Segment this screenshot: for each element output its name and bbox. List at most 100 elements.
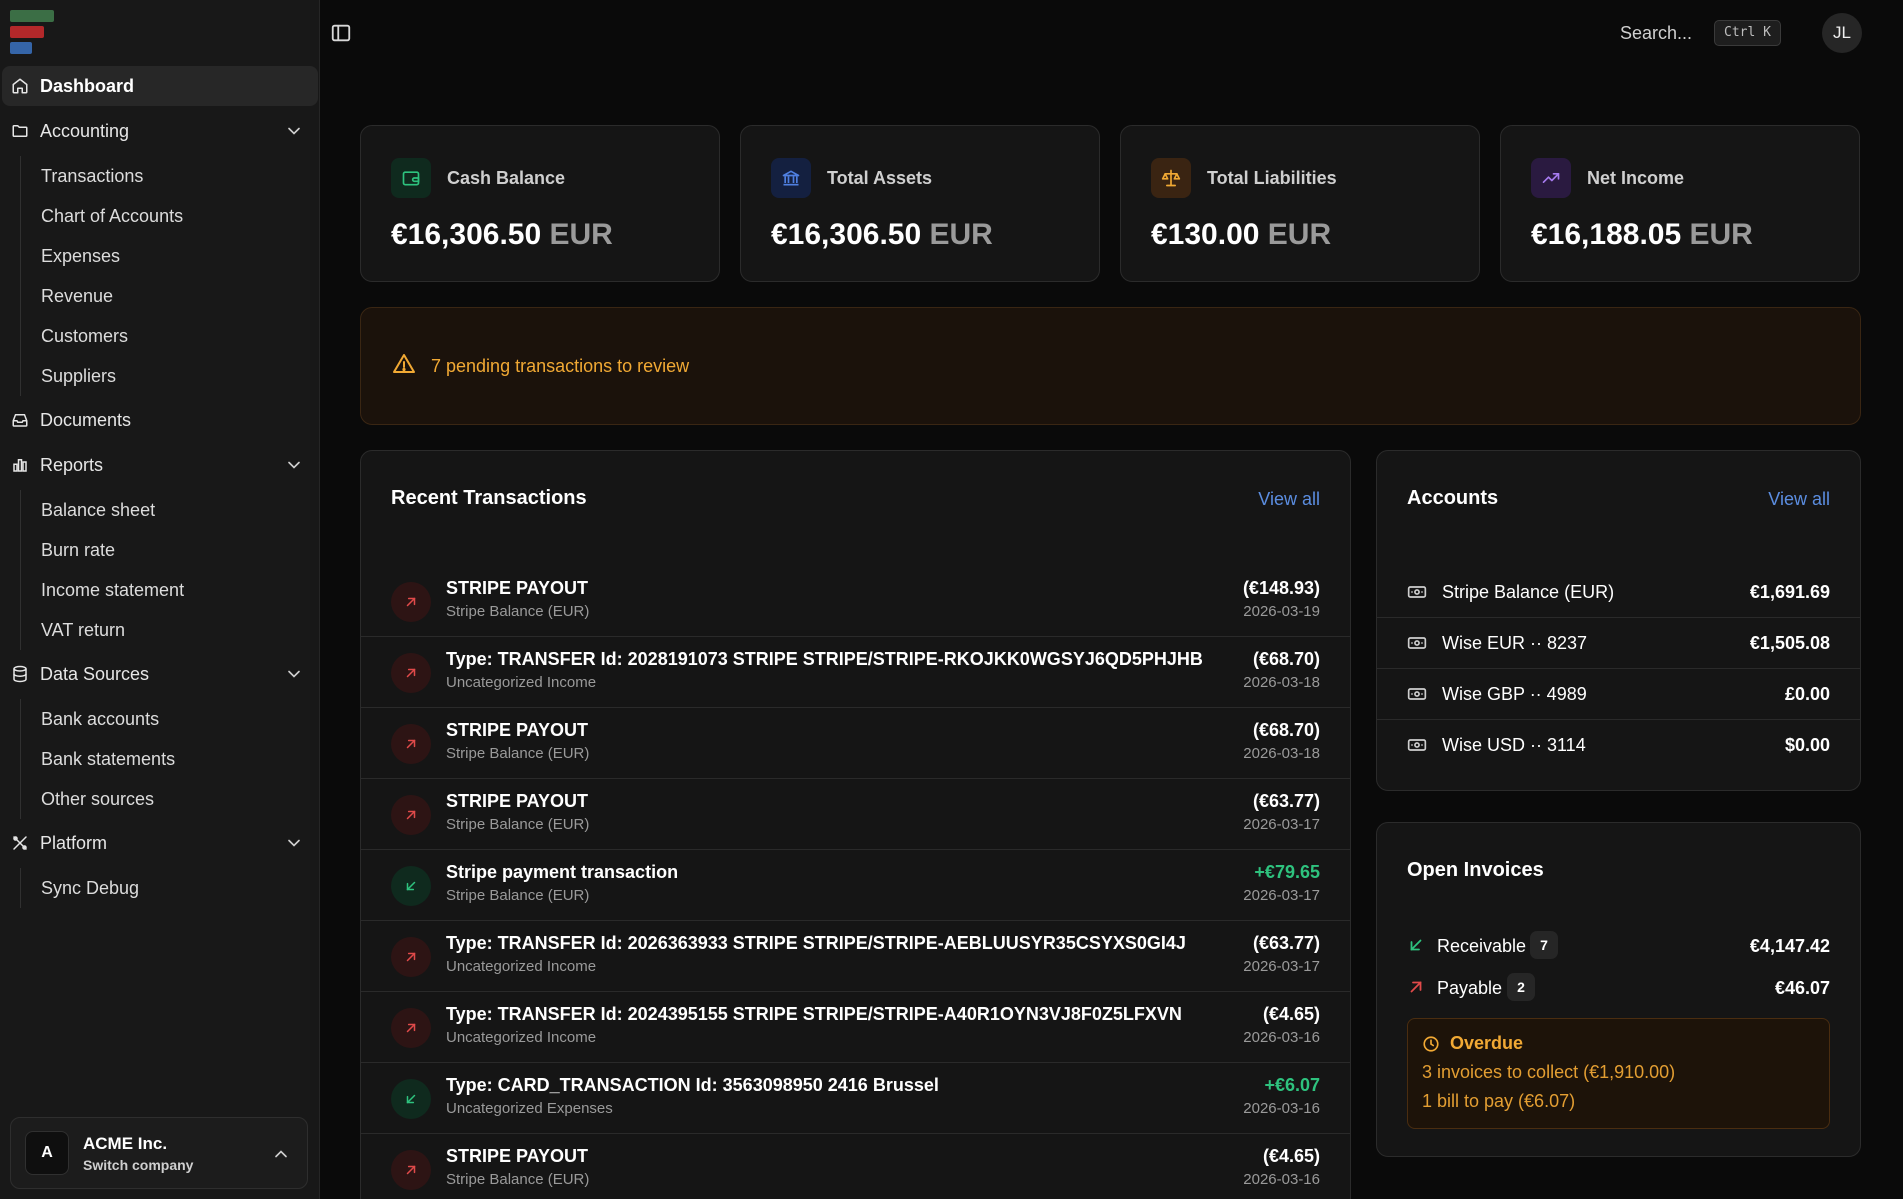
company-switcher[interactable]: A ACME Inc. Switch company xyxy=(10,1117,308,1189)
sidebar-item-bank-statements[interactable]: Bank statements xyxy=(41,739,320,779)
company-name: ACME Inc. xyxy=(83,1133,168,1153)
clock-icon xyxy=(1422,1035,1440,1053)
payable-label: Payable xyxy=(1437,978,1503,998)
transaction-amount: +€79.65 xyxy=(1254,862,1320,882)
view-all-transactions-link[interactable]: View all xyxy=(1258,489,1320,510)
inbox-icon xyxy=(10,410,30,430)
panel-title: Open Invoices xyxy=(1407,859,1544,881)
transaction-row[interactable]: Type: TRANSFER Id: 2026363933 STRIPE STR… xyxy=(361,921,1350,992)
transaction-amount: +€6.07 xyxy=(1264,1075,1320,1095)
sidebar-toggle-icon[interactable] xyxy=(330,22,352,44)
sidebar-item-chart-of-accounts[interactable]: Chart of Accounts xyxy=(41,196,320,236)
transaction-date: 2026-03-16 xyxy=(1243,1100,1320,1117)
transaction-date: 2026-03-16 xyxy=(1243,1171,1320,1188)
sidebar-item-other-sources[interactable]: Other sources xyxy=(41,779,320,819)
transaction-amount: (€4.65) xyxy=(1262,1004,1320,1024)
warning-icon xyxy=(391,352,417,381)
overdue-box: Overdue 3 invoices to collect (€1,910.00… xyxy=(1407,1018,1830,1129)
banknote-icon xyxy=(1407,684,1427,704)
wallet-icon xyxy=(391,158,431,198)
payable-row[interactable]: Payable 2 €46.07 xyxy=(1407,972,1830,1004)
transaction-amount: (€148.93) xyxy=(1242,578,1320,598)
alert-text: 7 pending transactions to review xyxy=(431,355,690,376)
transaction-account: Stripe Balance (EUR) xyxy=(446,745,590,762)
sidebar-item-suppliers[interactable]: Suppliers xyxy=(41,356,320,396)
arrow-up-right-icon xyxy=(391,653,431,693)
account-row[interactable]: Wise GBP ·· 4989 £0.00 xyxy=(1377,669,1860,720)
sidebar-item-expenses[interactable]: Expenses xyxy=(41,236,320,276)
sidebar-item-customers[interactable]: Customers xyxy=(41,316,320,356)
receivable-count-badge: 7 xyxy=(1530,931,1558,959)
stat-value: €16,306.50 EUR xyxy=(771,218,993,251)
transaction-title: Type: CARD_TRANSACTION Id: 3563098950 24… xyxy=(446,1075,939,1095)
sidebar-item-bank-accounts[interactable]: Bank accounts xyxy=(41,699,320,739)
arrow-down-left-icon xyxy=(391,866,431,906)
sidebar-item-label: Accounting xyxy=(40,120,130,141)
stat-value: €16,306.50 EUR xyxy=(391,218,613,251)
search-button[interactable]: Search... xyxy=(1620,23,1692,44)
chevron-down-icon[interactable] xyxy=(284,664,304,684)
sidebar-item-data-sources[interactable]: Data Sources xyxy=(2,654,318,694)
chevron-down-icon[interactable] xyxy=(284,121,304,141)
overdue-collect-link[interactable]: 3 invoices to collect (€1,910.00) xyxy=(1422,1062,1815,1083)
account-row[interactable]: Wise EUR ·· 8237 €1,505.08 xyxy=(1377,618,1860,669)
account-row[interactable]: Wise USD ·· 3114 $0.00 xyxy=(1377,720,1860,771)
transaction-row[interactable]: STRIPE PAYOUT Stripe Balance (EUR) (€68.70… xyxy=(361,708,1350,779)
sidebar-item-accounting[interactable]: Accounting xyxy=(2,111,318,151)
platform-subnav: Sync Debug xyxy=(20,868,320,908)
panel-title: Accounts xyxy=(1407,487,1499,509)
transaction-date: 2026-03-16 xyxy=(1243,1029,1320,1046)
chevron-up-icon xyxy=(271,1144,291,1164)
arrow-down-left-icon xyxy=(1407,936,1425,954)
sidebar-item-burn-rate[interactable]: Burn rate xyxy=(41,530,320,570)
transaction-row[interactable]: STRIPE PAYOUT Stripe Balance (EUR) (€63.77… xyxy=(361,779,1350,850)
sidebar-item-platform[interactable]: Platform xyxy=(2,823,318,863)
account-balance: $0.00 xyxy=(1784,735,1830,755)
stat-value: €130.00 EUR xyxy=(1151,218,1332,251)
sidebar-item-reports[interactable]: Reports xyxy=(2,445,318,485)
panel-title: Recent Transactions xyxy=(391,487,587,509)
transaction-title: STRIPE PAYOUT xyxy=(446,720,589,740)
transaction-account: Stripe Balance (EUR) xyxy=(446,816,590,833)
transaction-account: Uncategorized Income xyxy=(446,1029,597,1046)
transaction-row[interactable]: STRIPE PAYOUT Stripe Balance (EUR) (€4.65)… xyxy=(361,1134,1350,1199)
account-row[interactable]: Stripe Balance (EUR) €1,691.69 xyxy=(1377,567,1860,618)
sidebar-item-transactions[interactable]: Transactions xyxy=(41,156,320,196)
accounting-subnav: Transactions Chart of Accounts Expenses … xyxy=(20,156,320,396)
receivable-label: Receivable xyxy=(1437,936,1527,956)
chevron-down-icon[interactable] xyxy=(284,455,304,475)
app-logo[interactable] xyxy=(10,10,54,54)
banknote-icon xyxy=(1407,633,1427,653)
transaction-row[interactable]: STRIPE PAYOUT Stripe Balance (EUR) (€148.9… xyxy=(361,566,1350,637)
account-name: Wise USD ·· 3114 xyxy=(1442,735,1586,755)
sidebar-item-balance-sheet[interactable]: Balance sheet xyxy=(41,490,320,530)
stat-label: Net Income xyxy=(1587,168,1685,188)
sidebar: Dashboard Accounting Transactions Chart … xyxy=(0,0,320,1199)
view-all-accounts-link[interactable]: View all xyxy=(1768,489,1830,510)
receivable-row[interactable]: Receivable 7 €4,147.42 xyxy=(1407,930,1830,962)
sidebar-item-sync-debug[interactable]: Sync Debug xyxy=(41,868,320,908)
transaction-row[interactable]: Type: CARD_TRANSACTION Id: 3563098950 24… xyxy=(361,1063,1350,1134)
chevron-down-icon[interactable] xyxy=(284,833,304,853)
accounts-panel: Accounts View all Stripe Balance (EUR) €1… xyxy=(1376,450,1861,791)
transaction-row[interactable]: Type: TRANSFER Id: 2024395155 STRIPE STR… xyxy=(361,992,1350,1063)
stat-card-total-assets: Total Assets €16,306.50 EUR xyxy=(740,125,1100,282)
transaction-row[interactable]: Stripe payment transaction Stripe Balance… xyxy=(361,850,1350,921)
arrow-up-right-icon xyxy=(391,724,431,764)
tools-icon xyxy=(10,833,30,853)
pending-transactions-alert[interactable]: 7 pending transactions to review xyxy=(360,307,1861,425)
folder-icon xyxy=(10,121,30,141)
overdue-pay-link[interactable]: 1 bill to pay (€6.07) xyxy=(1422,1091,1815,1112)
transaction-date: 2026-03-18 xyxy=(1243,674,1320,691)
sidebar-item-income-statement[interactable]: Income statement xyxy=(41,570,320,610)
sidebar-item-vat-return[interactable]: VAT return xyxy=(41,610,320,650)
user-avatar[interactable]: JL xyxy=(1822,13,1862,53)
transaction-row[interactable]: Type: TRANSFER Id: 2028191073 STRIPE STR… xyxy=(361,637,1350,708)
search-shortcut: Ctrl K xyxy=(1714,20,1781,46)
sidebar-item-label: Data Sources xyxy=(40,663,150,684)
sidebar-item-documents[interactable]: Documents xyxy=(2,400,318,440)
arrow-up-right-icon xyxy=(1407,978,1425,996)
sidebar-item-dashboard[interactable]: Dashboard xyxy=(2,66,318,106)
stat-label: Total Assets xyxy=(827,168,933,188)
sidebar-item-revenue[interactable]: Revenue xyxy=(41,276,320,316)
